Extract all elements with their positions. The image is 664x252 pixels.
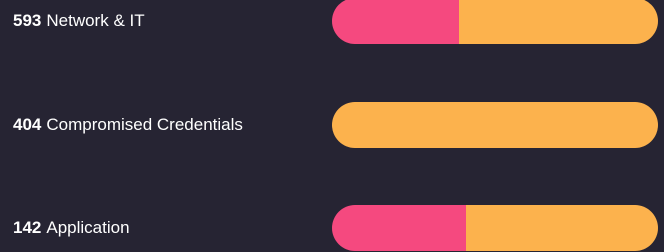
category-label: 593 Network & IT — [13, 11, 145, 31]
category-name: Network & IT — [46, 11, 145, 30]
bar-segment-orange — [459, 0, 658, 44]
bar-segment-orange — [332, 102, 658, 148]
stacked-bar — [332, 0, 658, 44]
category-row: 404 Compromised Credentials — [0, 101, 664, 149]
category-label: 142 Application — [13, 218, 130, 238]
stacked-bar — [332, 205, 658, 251]
bar-segment-pink — [332, 0, 460, 44]
category-label: 404 Compromised Credentials — [13, 115, 243, 135]
category-count: 404 — [13, 115, 42, 134]
category-name: Compromised Credentials — [46, 115, 243, 134]
bar-segment-orange — [465, 205, 658, 251]
category-name: Application — [46, 218, 130, 237]
stacked-bar — [332, 102, 658, 148]
category-row: 142 Application — [0, 204, 664, 252]
category-count: 142 — [13, 218, 42, 237]
category-count: 593 — [13, 11, 42, 30]
category-row: 593 Network & IT — [0, 0, 664, 45]
bar-segment-pink — [332, 205, 466, 251]
